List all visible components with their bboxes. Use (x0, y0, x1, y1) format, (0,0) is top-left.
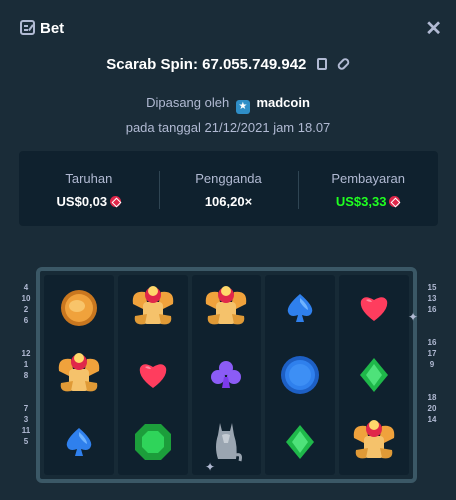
stat-value: US$3,33 (298, 194, 438, 209)
link-icon[interactable] (335, 56, 351, 72)
heart-red-icon (339, 275, 409, 342)
reel-5 (339, 275, 409, 475)
payline-number (426, 315, 438, 326)
payline-number: 16 (427, 338, 437, 347)
game-id-line: Scarab Spin: 67.055.749.942 (0, 56, 456, 73)
payline-number (20, 392, 32, 403)
payline-number: 7 (23, 404, 29, 413)
modal-title: Bet (40, 20, 65, 37)
reel-4 (265, 275, 336, 475)
payline-number: 8 (23, 371, 29, 380)
heart-red-icon (118, 342, 188, 409)
payline-number (426, 326, 438, 337)
sparkle-icon: ✦ (205, 460, 216, 474)
spade-blue-icon (44, 408, 114, 475)
slot-board (36, 267, 417, 483)
bet-stats-panel: Taruhan US$0,03 Pengganda 106,20× Pembayaran… (19, 151, 438, 226)
stat-value-text: US$3,33 (335, 194, 387, 209)
stat-pengganda: Pengganda 106,20× (158, 151, 299, 226)
payline-number (20, 326, 32, 337)
paylines-left: 4 10 2 6 12 1 8 7 3 11 5 (20, 282, 32, 447)
game-id: Scarab Spin: 67.055.749.942 (106, 56, 307, 73)
payline-number: 20 (427, 404, 437, 413)
currency-icon (110, 196, 122, 207)
payline-number: 17 (427, 349, 437, 358)
placed-by: Dipasang oleh ★ madcoin (0, 95, 456, 114)
payline-number (426, 370, 438, 381)
cat-statue-icon (192, 408, 262, 475)
stat-value-text: US$0,03 (56, 194, 108, 209)
payline-number: 14 (427, 415, 437, 424)
diamond-green-icon (265, 408, 335, 475)
payline-number: 5 (23, 437, 29, 446)
reel-3 (191, 275, 262, 475)
payline-number: 3 (23, 415, 29, 424)
coin-blue-icon (265, 342, 335, 409)
payline-number: 11 (21, 426, 31, 435)
bet-icon (20, 20, 35, 35)
reel-1 (44, 275, 114, 475)
payline-number (426, 381, 438, 392)
copy-icon[interactable] (316, 58, 327, 70)
currency-icon (389, 196, 401, 207)
username-link[interactable]: madcoin (256, 95, 309, 110)
close-icon[interactable]: ✕ (425, 16, 442, 41)
payline-number: 6 (23, 316, 29, 325)
payline-number: 2 (23, 305, 29, 314)
club-purple-icon (192, 342, 262, 409)
stat-label: Pembayaran (331, 171, 406, 186)
payline-number: 9 (429, 360, 435, 369)
sparkle-icon: ✦ (408, 310, 419, 324)
payline-number: 4 (23, 283, 29, 292)
payline-number: 18 (427, 393, 437, 402)
payline-number (20, 337, 32, 348)
stat-label: Pengganda (195, 171, 262, 186)
emerald-icon (118, 408, 188, 475)
reel-2 (117, 275, 188, 475)
stat-label: Taruhan (65, 171, 113, 186)
payline-number: 12 (21, 349, 31, 358)
payline-number: 16 (427, 305, 437, 314)
payline-number: 10 (21, 294, 31, 303)
stat-value: 106,20× (159, 194, 299, 209)
payline-number: 15 (427, 283, 437, 292)
placed-prefix: Dipasang oleh (146, 95, 230, 110)
spade-blue-icon (265, 275, 335, 342)
payline-number: 1 (23, 360, 29, 369)
stat-value-text: 106,20× (204, 194, 253, 209)
scarab-icon (339, 408, 409, 475)
payline-number: 13 (427, 294, 437, 303)
payline-number (20, 381, 32, 392)
stat-value: US$0,03 (19, 194, 159, 209)
stat-taruhan: Taruhan US$0,03 (19, 151, 159, 226)
scarab-icon (192, 275, 262, 342)
vip-icon: ★ (235, 100, 250, 114)
placed-date: pada tanggal 21/12/2021 jam 18.07 (125, 120, 331, 135)
scarab-icon (44, 342, 114, 409)
payline-number (426, 425, 438, 436)
paylines-right: 15 13 16 16 17 9 18 20 14 (426, 282, 438, 436)
stat-pembayaran: Pembayaran US$3,33 (298, 151, 438, 226)
coin-gold-icon (44, 275, 114, 342)
scarab-icon (118, 275, 188, 342)
diamond-green-icon (339, 342, 409, 409)
modal-header: Bet ✕ (0, 0, 456, 56)
